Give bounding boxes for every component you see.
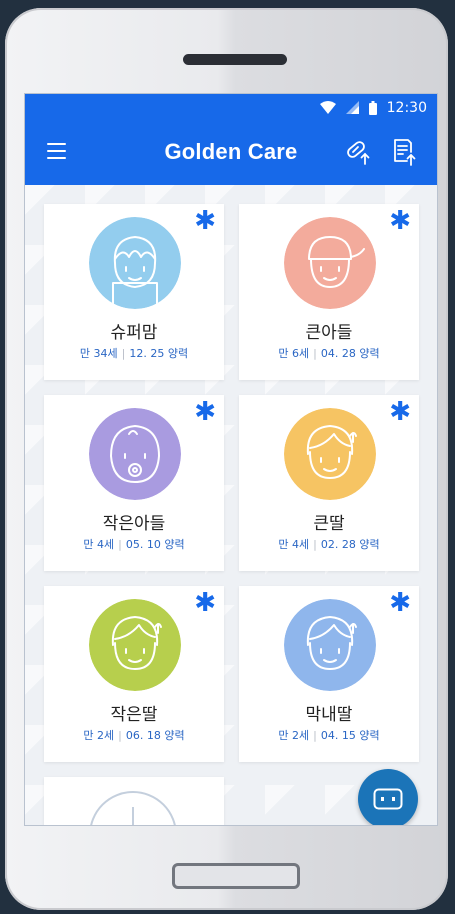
robot-chat-icon	[373, 788, 403, 810]
profile-info: 만 4세 | 05. 10 양력	[83, 538, 185, 551]
cell-signal-icon	[345, 101, 359, 114]
profile-info: 만 2세 | 04. 15 양력	[278, 729, 380, 742]
mom-face-icon	[89, 217, 181, 309]
profile-card-small-daughter[interactable]: ✱ 작은딸 만 2세 | 06. 18 양력	[44, 586, 224, 762]
favorite-star-icon[interactable]: ✱	[194, 208, 216, 234]
profile-name: 작은아들	[102, 514, 166, 534]
phone-home-button[interactable]	[172, 863, 300, 889]
profile-card-small-son[interactable]: ✱ 작은아들 만 4세 | 05. 10 양력	[44, 395, 224, 571]
girl-face-icon	[284, 599, 376, 691]
profile-name: 막내딸	[305, 705, 353, 725]
favorite-star-icon[interactable]: ✱	[194, 399, 216, 425]
profile-info: 만 34세 | 12. 25 양력	[79, 347, 189, 360]
app-screen: 12:30 Golden Care ✱ 슈퍼맘 만 34세 | 12. 25 양…	[24, 93, 438, 826]
favorite-star-icon[interactable]: ✱	[389, 399, 411, 425]
boy-cap-face-icon	[284, 217, 376, 309]
profile-card-youngest-daughter[interactable]: ✱ 막내딸 만 2세 | 04. 15 양력	[239, 586, 419, 762]
phone-speaker	[183, 54, 287, 65]
favorite-star-icon[interactable]: ✱	[389, 590, 411, 616]
wifi-icon	[319, 101, 336, 114]
document-upload-icon[interactable]	[392, 138, 416, 166]
profile-info: 만 2세 | 06. 18 양력	[83, 729, 185, 742]
profile-name: 작은딸	[110, 705, 158, 725]
battery-icon	[368, 100, 377, 115]
girl-face-icon	[284, 408, 376, 500]
favorite-star-icon[interactable]: ✱	[194, 590, 216, 616]
pill-upload-icon[interactable]	[345, 139, 371, 165]
profile-card-big-son[interactable]: ✱ 큰아들 만 6세 | 04. 28 양력	[239, 204, 419, 380]
profile-card-supermom[interactable]: ✱ 슈퍼맘 만 34세 | 12. 25 양력	[44, 204, 224, 380]
profile-info: 만 6세 | 04. 28 양력	[278, 347, 380, 360]
profile-card-big-daughter[interactable]: ✱ 큰딸 만 4세 | 02. 28 양력	[239, 395, 419, 571]
add-profile-card[interactable]	[44, 777, 224, 825]
profile-name: 큰아들	[305, 323, 353, 343]
profile-info: 만 4세 | 02. 28 양력	[278, 538, 380, 551]
chatbot-fab-button[interactable]	[358, 769, 418, 825]
app-title: Golden Care	[164, 139, 298, 164]
profile-name: 슈퍼맘	[110, 323, 158, 343]
app-bar: Golden Care	[25, 121, 437, 185]
status-time: 12:30	[386, 99, 427, 116]
girl-face-icon	[89, 599, 181, 691]
status-bar: 12:30	[25, 94, 437, 121]
baby-pacifier-face-icon	[89, 408, 181, 500]
profile-name: 큰딸	[313, 514, 345, 534]
favorite-star-icon[interactable]: ✱	[389, 208, 411, 234]
profile-grid: ✱ 슈퍼맘 만 34세 | 12. 25 양력 ✱ 큰아들 만 6세 | 04.…	[25, 185, 437, 825]
plus-icon	[132, 807, 134, 825]
